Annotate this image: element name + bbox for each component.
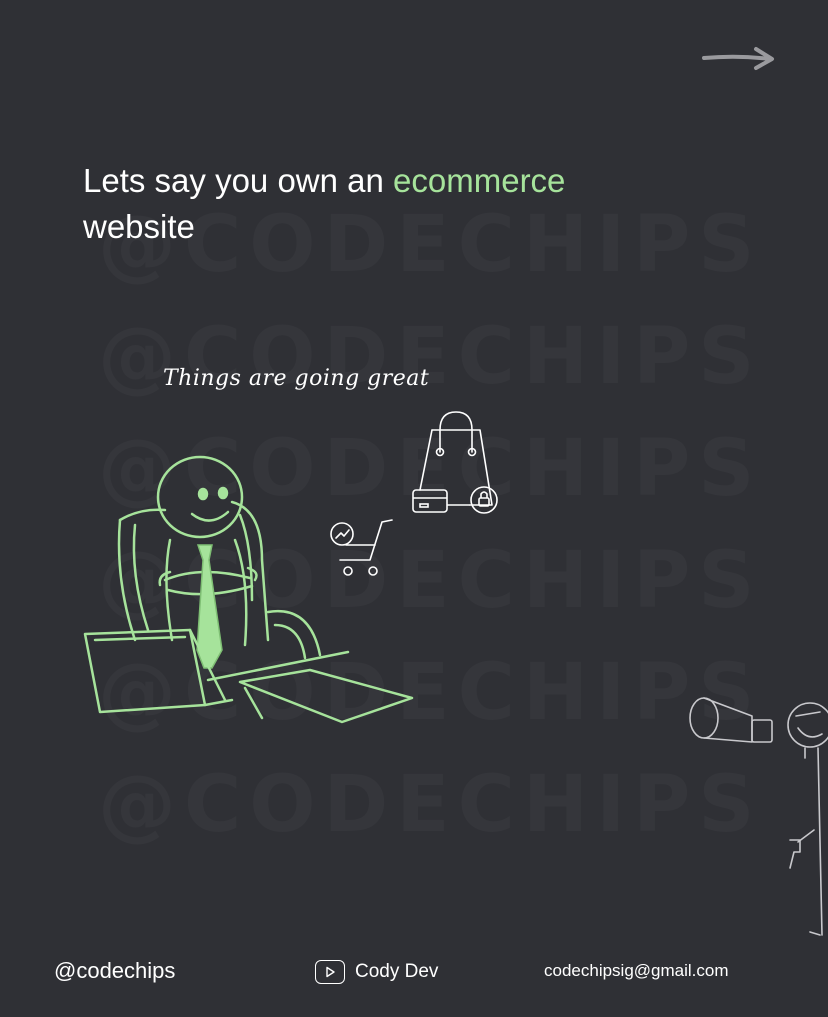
trend-up-icon [330, 522, 354, 546]
credit-card-icon [412, 489, 448, 513]
footer: @codechips Cody Dev codechipsig@gmail.co… [0, 950, 828, 994]
channel-name: Cody Dev [355, 961, 439, 982]
shopping-bag-icon [419, 411, 493, 506]
shopping-cart-icon [339, 519, 393, 576]
youtube-channel-link[interactable]: Cody Dev [315, 960, 438, 984]
play-icon [315, 960, 345, 984]
spy-telescope-drawing [689, 697, 828, 936]
desk-drawing [206, 650, 414, 724]
illustration [83, 411, 828, 936]
social-handle[interactable]: @codechips [54, 958, 175, 984]
contact-email[interactable]: codechipsig@gmail.com [544, 961, 729, 981]
